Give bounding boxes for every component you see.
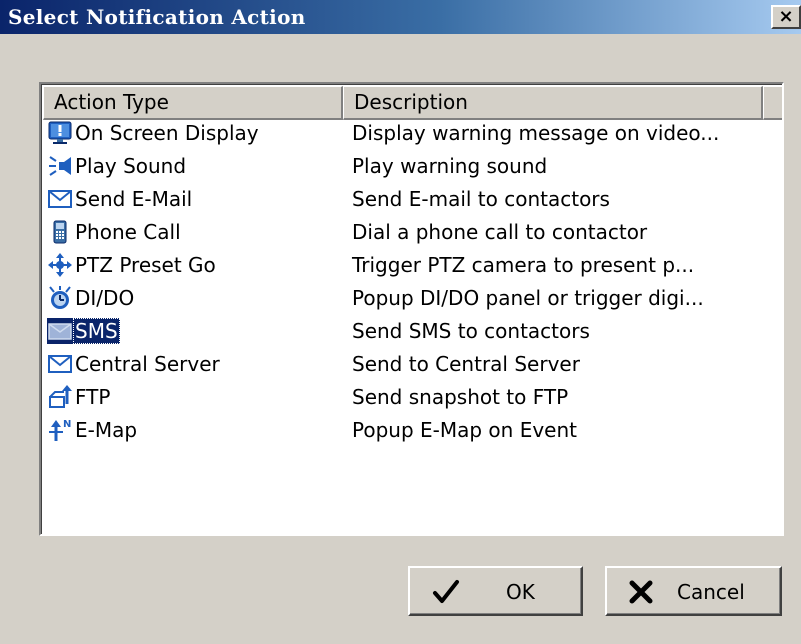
action-description: Trigger PTZ camera to present p... xyxy=(352,253,695,277)
action-description: Send SMS to contactors xyxy=(352,319,590,343)
list-header: Action Type Description xyxy=(43,86,782,120)
action-name: E-Map xyxy=(75,418,138,442)
cancel-button-label: Cancel xyxy=(677,580,745,604)
list-row-central-server[interactable]: Central Server Send to Central Server xyxy=(43,348,778,382)
monitor-alert-icon xyxy=(48,121,72,144)
action-description: Dial a phone call to contactor xyxy=(352,220,648,244)
action-description: Display warning message on video... xyxy=(352,121,720,145)
action-description: Play warning sound xyxy=(352,154,548,178)
action-name: DI/DO xyxy=(75,286,135,310)
action-description: Send snapshot to FTP xyxy=(352,385,569,409)
envelope-icon xyxy=(48,190,72,208)
emap-compass-icon: N xyxy=(49,419,71,441)
ptz-arrows-icon xyxy=(48,253,72,277)
list-row-on-screen-display[interactable]: On Screen Display Display warning messag… xyxy=(43,117,778,151)
dido-alarm-icon xyxy=(49,286,71,309)
envelope-icon xyxy=(48,355,72,373)
sms-envelope-icon xyxy=(47,318,73,344)
column-header-action-type[interactable]: Action Type xyxy=(43,86,343,120)
action-name-selected: SMS xyxy=(73,318,120,344)
list-row-phone-call[interactable]: Phone Call Dial a phone call to contacto… xyxy=(43,216,778,250)
x-mark-icon xyxy=(629,580,653,604)
ok-button[interactable]: OK xyxy=(408,566,583,616)
speaker-icon xyxy=(49,156,71,176)
column-header-filler xyxy=(763,86,782,120)
list-row-ftp[interactable]: FTP Send snapshot to FTP xyxy=(43,381,778,415)
list-row-emap[interactable]: N E-Map Popup E-Map on Event xyxy=(43,414,778,448)
checkmark-icon xyxy=(433,580,459,603)
action-description: Popup E-Map on Event xyxy=(352,418,577,442)
list-row-ptz-preset-go[interactable]: PTZ Preset Go Trigger PTZ camera to pres… xyxy=(43,249,778,283)
dialog-title: Select Notification Action xyxy=(8,5,306,29)
action-list[interactable]: Action Type Description On Screen Displa… xyxy=(39,82,784,536)
cancel-button[interactable]: Cancel xyxy=(605,566,782,616)
list-row-send-email[interactable]: Send E-Mail Send E-mail to contactors xyxy=(43,183,778,217)
column-header-description[interactable]: Description xyxy=(343,86,763,120)
list-row-play-sound[interactable]: Play Sound Play warning sound xyxy=(43,150,778,184)
close-button[interactable]: × xyxy=(771,5,801,29)
action-name: Central Server xyxy=(75,352,220,376)
action-name: Send E-Mail xyxy=(75,187,193,211)
action-name: PTZ Preset Go xyxy=(75,253,216,277)
ftp-upload-icon xyxy=(49,385,72,408)
action-name: On Screen Display xyxy=(75,121,259,145)
dialog-window: Select Notification Action × Action Type… xyxy=(0,0,801,644)
action-name: Play Sound xyxy=(75,154,187,178)
title-bar[interactable]: Select Notification Action × xyxy=(0,0,801,34)
action-name: FTP xyxy=(75,385,111,409)
list-row-dido[interactable]: DI/DO Popup DI/DO panel or trigger digi.… xyxy=(43,282,778,316)
action-description: Popup DI/DO panel or trigger digi... xyxy=(352,286,704,310)
svg-text:N: N xyxy=(63,419,71,430)
phone-icon xyxy=(53,220,67,244)
ok-button-label: OK xyxy=(506,580,535,604)
list-row-sms[interactable]: SMS Send SMS to contactors xyxy=(43,315,778,349)
action-description: Send E-mail to contactors xyxy=(352,187,610,211)
action-name: Phone Call xyxy=(75,220,181,244)
action-description: Send to Central Server xyxy=(352,352,580,376)
